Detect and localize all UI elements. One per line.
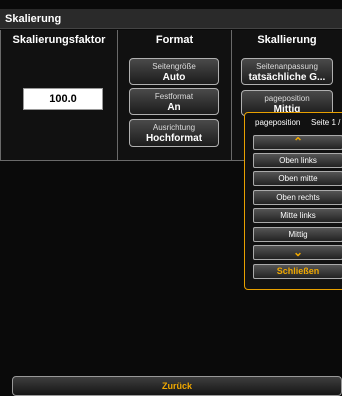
scroll-up-button[interactable]: ⌃ <box>253 135 342 150</box>
page-size-label: Seitengröße <box>152 62 196 71</box>
page-fit-button[interactable]: Seitenanpassung tatsächliche G... <box>241 58 333 85</box>
page-fit-value: tatsächliche G... <box>248 72 326 83</box>
close-button[interactable]: Schließen <box>253 264 342 279</box>
scale-factor-input[interactable]: 100.0 <box>23 88 103 110</box>
scaling-header: Skallierung <box>257 34 317 46</box>
option-oben-mitte[interactable]: Oben mitte <box>253 171 342 186</box>
panel-divider <box>0 160 246 161</box>
window-title: Skalierung <box>0 9 342 29</box>
page-size-button[interactable]: Seitengröße Auto <box>129 58 219 85</box>
page-position-popup: pageposition Seite 1 / ⌃ Oben links Oben… <box>244 112 342 290</box>
page-position-label: pageposition <box>264 94 310 103</box>
scale-factor-panel: Skalierungsfaktor 100.0 <box>0 30 118 160</box>
back-button[interactable]: Zurück <box>12 376 342 396</box>
chevron-down-icon: ⌄ <box>292 245 304 259</box>
chevron-up-icon: ⌃ <box>292 135 304 149</box>
page-size-value: Auto <box>162 72 186 83</box>
screen: Skalierung Skalierungsfaktor 100.0 Forma… <box>0 0 342 396</box>
page-fit-label: Seitenanpassung <box>256 62 318 71</box>
option-oben-rechts[interactable]: Oben rechts <box>253 190 342 205</box>
fixed-format-label: Festformat <box>154 92 194 101</box>
format-panel: Format Seitengröße Auto Festformat An Au… <box>118 30 232 160</box>
fixed-format-value: An <box>167 102 181 113</box>
format-header: Format <box>155 34 194 46</box>
orientation-value: Hochformat <box>145 133 203 144</box>
scale-factor-header: Skalierungsfaktor <box>12 34 106 46</box>
popup-page-indicator: Seite 1 / <box>311 118 341 127</box>
fixed-format-button[interactable]: Festformat An <box>129 88 219 115</box>
orientation-button[interactable]: Ausrichtung Hochformat <box>129 119 219 147</box>
orientation-label: Ausrichtung <box>152 123 196 132</box>
option-oben-links[interactable]: Oben links <box>253 153 342 168</box>
scroll-down-button[interactable]: ⌄ <box>253 245 342 260</box>
popup-title: pageposition <box>255 118 301 127</box>
option-mitte-links[interactable]: Mitte links <box>253 208 342 223</box>
option-mittig[interactable]: Mittig <box>253 227 342 242</box>
